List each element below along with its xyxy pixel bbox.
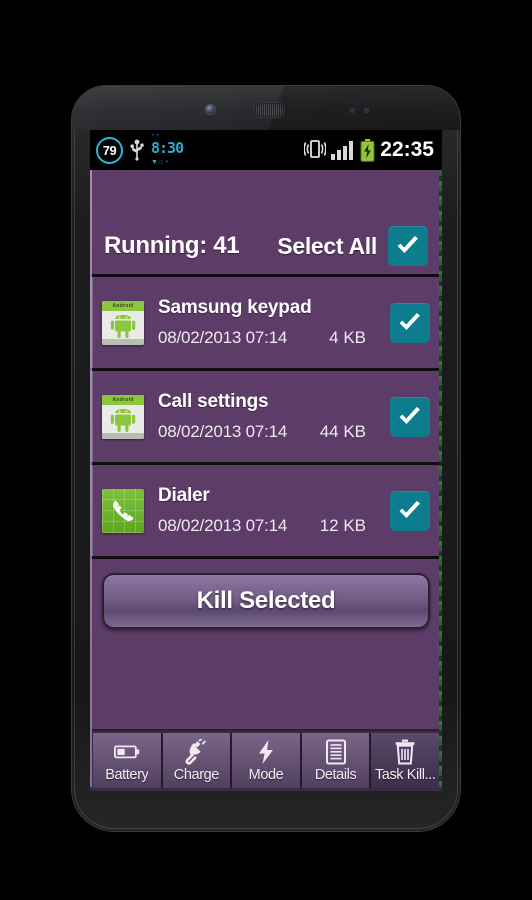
app-icon-badge: Android [102, 394, 144, 405]
status-bar-clock: 22:35 [380, 138, 434, 161]
app-top-spacer [90, 170, 442, 218]
android-app-icon: Android [102, 300, 144, 345]
app-date: 08/02/2013 07:14 [158, 328, 288, 347]
checkmark-icon [399, 500, 420, 518]
bottom-tab-bar: Battery Charge Mode Details Task Kill... [90, 729, 442, 791]
app-size: 12 KB [319, 516, 366, 535]
battery-charging-icon [360, 139, 375, 162]
row-meta: 08/02/2013 07:14 44 KB [158, 422, 380, 442]
plug-icon [184, 738, 208, 765]
row-checkbox[interactable] [390, 396, 430, 437]
table-row[interactable]: Dialer 08/02/2013 07:14 12 KB [90, 465, 442, 559]
light-sensor-icon [364, 108, 369, 113]
battery-percent-value: 79 [102, 142, 117, 158]
document-icon [325, 739, 347, 765]
app-name: Samsung keypad [158, 297, 312, 318]
dialer-phone-icon [102, 488, 144, 533]
phone-handset-glyph [112, 499, 134, 521]
checkmark-icon [397, 236, 418, 253]
running-count-label: Running: 41 [104, 232, 240, 259]
clock-widget-icon: °° 8:30 ▼○◔ [151, 134, 185, 166]
select-all-label: Select All [277, 232, 377, 259]
table-row[interactable]: Android [90, 277, 442, 371]
task-killer-app: Running: 41 Select All Android Samsung k… [90, 170, 442, 791]
list-header: Running: 41 Select All [90, 218, 442, 274]
status-bar-right-group: 22:35 [303, 138, 434, 162]
app-name: Dialer [158, 485, 210, 506]
tab-task-kill[interactable]: Task Kill... [371, 733, 439, 788]
lightning-icon [256, 739, 276, 765]
screenshot-stage: 79 °° 8:30 ▼○◔ 22:35 Running: 41 Select … [0, 0, 532, 900]
tab-task-kill-label: Task Kill... [374, 766, 436, 783]
battery-percent-badge: 79 [96, 136, 123, 164]
row-checkbox[interactable] [390, 490, 430, 531]
app-date: 08/02/2013 07:14 [158, 516, 288, 535]
kill-selected-area: Kill Selected [90, 559, 442, 629]
tab-charge-label: Charge [173, 766, 219, 783]
trash-icon [394, 739, 416, 765]
kill-selected-button[interactable]: Kill Selected [102, 573, 430, 629]
app-icon-footer [102, 432, 144, 439]
battery-icon [113, 739, 140, 765]
app-date: 08/02/2013 07:14 [158, 422, 288, 441]
running-apps-list: Android Samsung keypad 08/02/2013 07:14 … [90, 277, 442, 559]
checkmark-icon [399, 312, 420, 330]
tab-details-label: Details [314, 766, 357, 783]
tab-mode-label: Mode [248, 766, 284, 783]
app-name: Call settings [158, 391, 269, 412]
tab-mode[interactable]: Mode [232, 733, 302, 788]
row-text-group: Call settings 08/02/2013 07:14 44 KB [158, 391, 380, 442]
app-icon-badge: Android [102, 300, 144, 311]
signal-bars-icon [331, 140, 354, 160]
status-bar-left-group: 79 °° 8:30 ▼○◔ [96, 134, 185, 166]
earpiece-speaker-icon [254, 103, 284, 117]
app-size: 44 KB [319, 422, 366, 441]
app-icon-footer [102, 338, 144, 345]
screen-right-edge-artifact [439, 170, 442, 787]
tab-battery-label: Battery [105, 766, 149, 783]
table-row[interactable]: Android [90, 371, 442, 465]
vibrate-icon [303, 139, 327, 161]
tab-charge[interactable]: Charge [162, 733, 233, 788]
clock-widget-time: 8:30 [151, 139, 184, 157]
select-all-checkbox[interactable] [388, 226, 428, 266]
checkmark-icon [399, 406, 420, 424]
tab-battery[interactable]: Battery [93, 733, 163, 788]
phone-device-frame: 79 °° 8:30 ▼○◔ 22:35 Running: 41 Select … [72, 86, 460, 831]
row-meta: 08/02/2013 07:14 4 KB [158, 328, 380, 348]
kill-selected-label: Kill Selected [196, 587, 336, 614]
android-app-icon: Android [102, 394, 144, 439]
tab-details[interactable]: Details [301, 733, 372, 788]
app-size: 4 KB [329, 328, 366, 347]
proximity-sensor-icon [350, 108, 355, 113]
row-text-group: Dialer 08/02/2013 07:14 12 KB [158, 485, 380, 536]
row-meta: 08/02/2013 07:14 12 KB [158, 516, 380, 536]
usb-icon [130, 139, 144, 161]
select-all-control[interactable]: Select All [277, 226, 428, 266]
row-text-group: Samsung keypad 08/02/2013 07:14 4 KB [158, 297, 380, 348]
clock-widget-bottom-marks: ▼○◔ [151, 159, 170, 166]
phone-screen: 79 °° 8:30 ▼○◔ 22:35 Running: 41 Select … [90, 130, 442, 791]
screen-left-edge-artifact [90, 170, 92, 787]
phone-top-bezel [72, 86, 460, 130]
row-checkbox[interactable] [390, 302, 430, 343]
android-status-bar: 79 °° 8:30 ▼○◔ 22:35 [90, 130, 442, 170]
front-camera-icon [206, 105, 215, 114]
